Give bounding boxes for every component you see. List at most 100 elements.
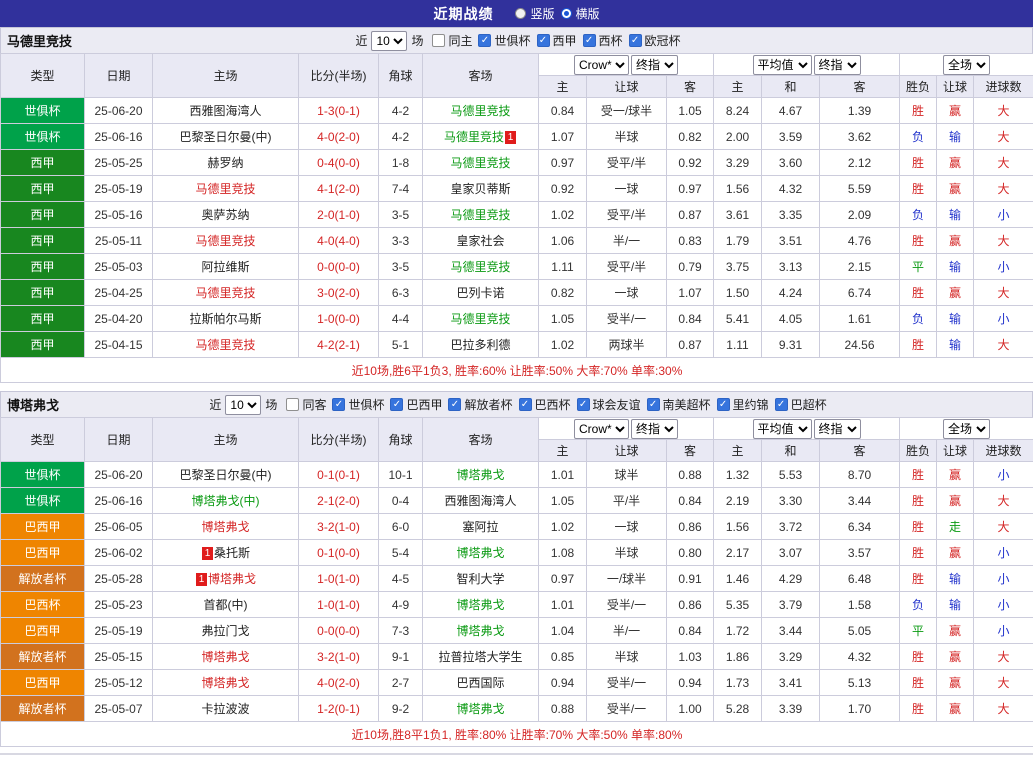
checkbox-icon[interactable]: ✓ — [390, 398, 403, 411]
home-team-name[interactable]: 博塔弗戈 — [201, 650, 249, 664]
match-score: 3-0(2-0) — [299, 280, 379, 306]
away-team-name[interactable]: 马德里竞技 — [450, 260, 510, 274]
league-checkbox[interactable]: ✓世俱杯 — [332, 396, 384, 413]
asia-source-select[interactable]: Crow* — [574, 419, 629, 439]
league-checkbox[interactable]: ✓世俱杯 — [478, 32, 530, 49]
asia-index-select[interactable]: 终指 — [631, 55, 678, 75]
euro-source-select[interactable]: 平均值 — [753, 55, 812, 75]
goals-result-cell: 大 — [974, 176, 1033, 202]
away-team-name[interactable]: 巴列卡诺 — [456, 286, 504, 300]
away-team-name[interactable]: 博塔弗戈 — [456, 468, 504, 482]
league-checkbox[interactable]: ✓欧冠杯 — [629, 32, 681, 49]
away-team-name[interactable]: 皇家贝蒂斯 — [450, 182, 510, 196]
away-team-name[interactable]: 马德里竞技 — [450, 312, 510, 326]
same-venue-checkbox[interactable]: 同主 — [432, 32, 472, 49]
league-checkbox[interactable]: ✓西甲 — [537, 32, 577, 49]
goals-result-cell: 大 — [974, 696, 1033, 722]
checkbox-icon[interactable]: ✓ — [448, 398, 461, 411]
home-team-name[interactable]: 博塔弗戈(中) — [192, 494, 260, 508]
home-team-name[interactable]: 首都(中) — [204, 598, 248, 612]
home-team-name[interactable]: 弗拉门戈 — [201, 624, 249, 638]
checkbox-icon[interactable]: ✓ — [577, 398, 590, 411]
same-venue-checkbox[interactable]: 同客 — [286, 396, 326, 413]
league-checkbox[interactable]: ✓里约锦 — [717, 396, 769, 413]
checkbox-icon[interactable]: ✓ — [537, 34, 550, 47]
home-team-name[interactable]: 奥萨苏纳 — [201, 208, 249, 222]
away-team-name[interactable]: 皇家社会 — [456, 234, 504, 248]
euro-draw-odds: 3.13 — [762, 254, 820, 280]
match-type: 西甲 — [1, 150, 85, 176]
euro-away-odds: 3.44 — [820, 488, 900, 514]
goals-result-cell: 大 — [974, 124, 1033, 150]
layout-radio[interactable]: 横版 — [561, 5, 600, 22]
scope-select[interactable]: 全场 — [943, 55, 990, 75]
euro-index-select[interactable]: 终指 — [814, 55, 861, 75]
match-count-select[interactable]: 10 — [225, 395, 261, 415]
checkbox-icon[interactable]: ✓ — [332, 398, 345, 411]
games-label: 场 — [411, 32, 423, 49]
league-checkbox[interactable]: ✓巴超杯 — [775, 396, 827, 413]
match-count-select[interactable]: 10 — [371, 31, 407, 51]
checkbox-icon[interactable]: ✓ — [583, 34, 596, 47]
scope-select[interactable]: 全场 — [943, 419, 990, 439]
away-team-name[interactable]: 马德里竞技 — [450, 156, 510, 170]
asia-source-select[interactable]: Crow* — [574, 55, 629, 75]
home-team-name[interactable]: 博塔弗戈 — [201, 520, 249, 534]
away-team-name[interactable]: 巴西国际 — [456, 676, 504, 690]
match-date: 25-05-23 — [85, 592, 153, 618]
away-team-name[interactable]: 塞阿拉 — [462, 520, 498, 534]
home-team-name[interactable]: 桑托斯 — [214, 546, 250, 560]
checkbox-icon[interactable]: ✓ — [478, 34, 491, 47]
euro-source-select[interactable]: 平均值 — [753, 419, 812, 439]
home-team-name[interactable]: 巴黎圣日尔曼(中) — [180, 130, 272, 144]
league-checkbox[interactable]: ✓南美超杯 — [647, 396, 711, 413]
checkbox-icon[interactable]: ✓ — [519, 398, 532, 411]
home-team-name[interactable]: 马德里竞技 — [195, 234, 255, 248]
col-header-euro_draw: 和 — [762, 76, 820, 98]
away-team-name[interactable]: 巴拉多利德 — [450, 338, 510, 352]
checkbox-icon[interactable]: ✓ — [717, 398, 730, 411]
league-checkbox-label: 里约锦 — [733, 396, 769, 413]
away-team-name[interactable]: 博塔弗戈 — [456, 702, 504, 716]
checkbox-icon[interactable] — [432, 34, 445, 47]
away-team-name[interactable]: 马德里竞技 — [444, 130, 504, 144]
layout-radio[interactable]: 竖版 — [515, 5, 554, 22]
table-row: 西甲25-05-11马德里竞技4-0(4-0)3-3皇家社会1.06半/一0.8… — [1, 228, 1033, 254]
checkbox-icon[interactable]: ✓ — [775, 398, 788, 411]
league-checkbox[interactable]: ✓西杯 — [583, 32, 623, 49]
league-checkbox[interactable]: ✓巴西杯 — [519, 396, 571, 413]
home-team-name[interactable]: 卡拉波波 — [201, 702, 249, 716]
euro-away-odds: 2.15 — [820, 254, 900, 280]
checkbox-icon[interactable]: ✓ — [647, 398, 660, 411]
league-checkbox[interactable]: ✓球会友谊 — [577, 396, 641, 413]
asia-handicap: 一/球半 — [587, 566, 667, 592]
home-team-name[interactable]: 博塔弗戈 — [208, 572, 256, 586]
league-checkbox[interactable]: ✓解放者杯 — [448, 396, 512, 413]
away-team-name[interactable]: 博塔弗戈 — [456, 546, 504, 560]
home-team-name[interactable]: 马德里竞技 — [195, 338, 255, 352]
home-team-name[interactable]: 马德里竞技 — [195, 286, 255, 300]
euro-index-select[interactable]: 终指 — [814, 419, 861, 439]
home-team-name[interactable]: 拉斯帕尔马斯 — [189, 312, 261, 326]
away-team-name[interactable]: 智利大学 — [456, 572, 504, 586]
asia-away-odds: 1.03 — [667, 644, 714, 670]
away-team-name[interactable]: 马德里竞技 — [450, 208, 510, 222]
home-team-name[interactable]: 巴黎圣日尔曼(中) — [180, 468, 272, 482]
home-team-name[interactable]: 阿拉维斯 — [201, 260, 249, 274]
away-team-name[interactable]: 拉普拉塔大学生 — [438, 650, 522, 664]
away-team-name[interactable]: 西雅图海湾人 — [444, 494, 516, 508]
away-team-name[interactable]: 博塔弗戈 — [456, 598, 504, 612]
table-row: 巴西杯25-05-23首都(中)1-0(1-0)4-9博塔弗戈1.01受半/一0… — [1, 592, 1033, 618]
asia-index-select[interactable]: 终指 — [631, 419, 678, 439]
home-team-name[interactable]: 博塔弗戈 — [201, 676, 249, 690]
home-team-name[interactable]: 西雅图海湾人 — [189, 104, 261, 118]
away-team-name[interactable]: 马德里竞技 — [450, 104, 510, 118]
match-score: 3-2(1-0) — [299, 644, 379, 670]
league-checkbox-label: 巴超杯 — [791, 396, 827, 413]
checkbox-icon[interactable]: ✓ — [629, 34, 642, 47]
league-checkbox[interactable]: ✓巴西甲 — [390, 396, 442, 413]
checkbox-icon[interactable] — [286, 398, 299, 411]
home-team-name[interactable]: 赫罗纳 — [207, 156, 243, 170]
home-team-name[interactable]: 马德里竞技 — [195, 182, 255, 196]
away-team-name[interactable]: 博塔弗戈 — [456, 624, 504, 638]
